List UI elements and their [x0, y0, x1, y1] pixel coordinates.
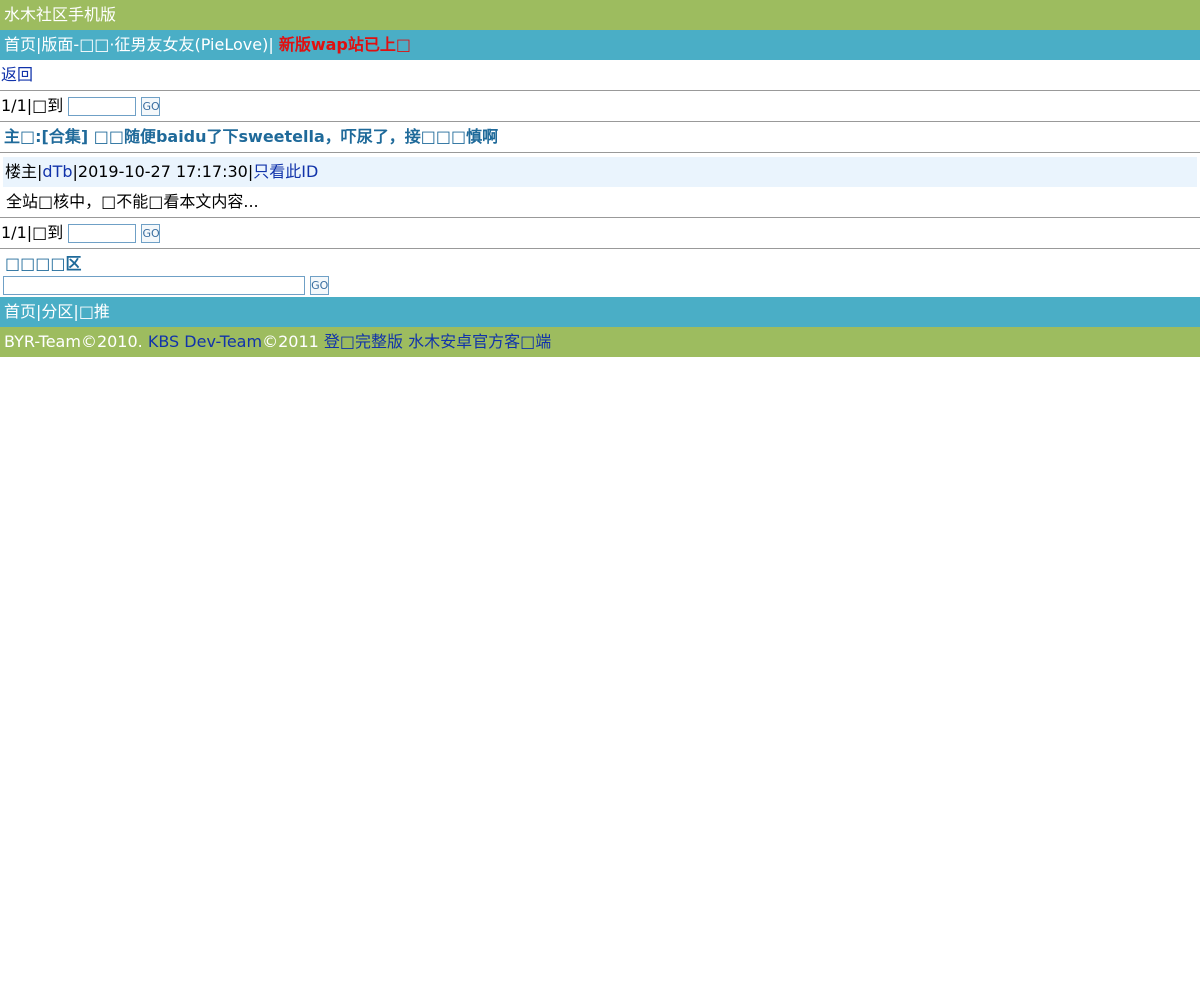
- footer-kbs-link[interactable]: KBS Dev-Team: [148, 332, 262, 351]
- bottom-nav-sections-link[interactable]: 分区: [41, 302, 73, 321]
- only-this-id-link[interactable]: 只看此ID: [253, 162, 318, 181]
- post-author-link[interactable]: dTb: [42, 162, 72, 181]
- nav-separator: |: [268, 35, 274, 54]
- post-floor: 楼主: [5, 162, 38, 181]
- post-time: 2019-10-27 17:17:30: [77, 162, 248, 181]
- page-info: 1/1|□到: [1, 96, 64, 115]
- nav-board-prefix[interactable]: 版面-: [41, 35, 79, 54]
- site-header: 水木社区手机版: [0, 0, 1200, 30]
- new-wap-notice-link[interactable]: 新版wap站已上□: [279, 35, 411, 54]
- pager-top: 1/1|□到 GO: [0, 91, 1200, 122]
- search-area: □□□□区 GO: [0, 249, 1200, 297]
- footer: BYR-Team©2010. KBS Dev-Team©2011 登□完整版 水…: [0, 327, 1200, 357]
- search-label: □□□□区: [5, 254, 82, 273]
- login-full-version-link[interactable]: 登□完整版: [324, 332, 403, 351]
- page-jump-input[interactable]: [68, 97, 137, 116]
- android-client-link[interactable]: 水木安卓官方客□端: [408, 332, 551, 351]
- site-title: 水木社区手机版: [4, 5, 117, 24]
- post: 楼主|dTb|2019-10-27 17:17:30|只看此ID 全站□核中，□…: [0, 157, 1200, 218]
- search-go-button[interactable]: GO: [310, 276, 330, 295]
- footer-kbs-year: ©2011: [262, 332, 319, 351]
- nav-board-link[interactable]: □□·征男友女友(PieLove): [79, 35, 268, 54]
- search-input[interactable]: [3, 276, 305, 295]
- back-row: 返回: [0, 60, 1200, 91]
- page-go-button[interactable]: GO: [141, 224, 161, 243]
- pager-bottom: 1/1|□到 GO: [0, 218, 1200, 249]
- nav-home-link[interactable]: 首页: [4, 35, 36, 54]
- post-header: 楼主|dTb|2019-10-27 17:17:30|只看此ID: [3, 157, 1197, 187]
- topic-title: 主□:[合集] □□随便baidu了下sweetella，吓尿了，接□□□慎啊: [0, 122, 1200, 153]
- footer-byr-text: BYR-Team©2010.: [4, 332, 143, 351]
- top-nav: 首页|版面-□□·征男友女友(PieLove)| 新版wap站已上□: [0, 30, 1200, 60]
- bottom-nav: 首页|分区|□推: [0, 297, 1200, 327]
- bottom-nav-recommend-link[interactable]: □推: [79, 302, 110, 321]
- page-go-button[interactable]: GO: [141, 97, 161, 116]
- page-jump-input[interactable]: [68, 224, 137, 243]
- page-info: 1/1|□到: [1, 223, 64, 242]
- back-link[interactable]: 返回: [1, 65, 33, 84]
- bottom-nav-home-link[interactable]: 首页: [4, 302, 36, 321]
- post-content: 全站□核中，□不能□看本文内容...: [6, 192, 259, 211]
